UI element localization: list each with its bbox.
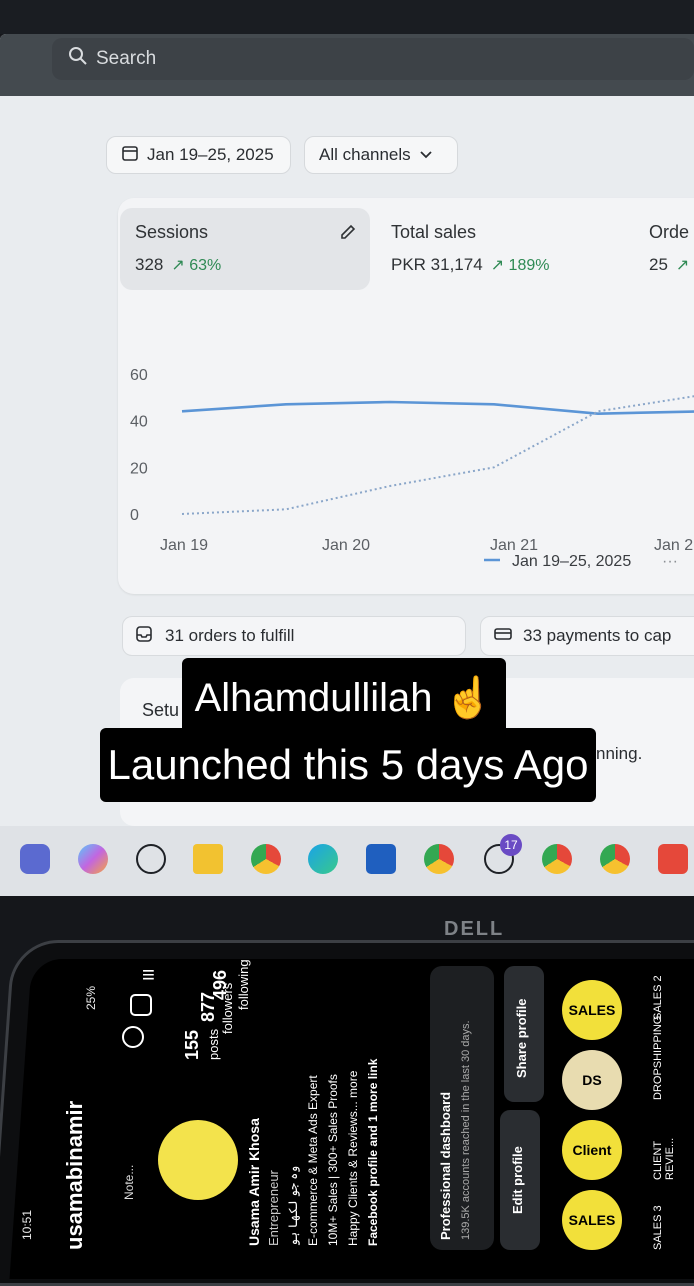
bio-line-3: 10M+ Sales | 300+ Sales Proofs — [326, 1074, 340, 1246]
metric-value: 25 — [649, 255, 668, 274]
whatsapp-icon[interactable] — [136, 844, 166, 874]
highlight-title: SALES 3 — [652, 1205, 664, 1250]
x-tick-label: Jan 2 — [654, 537, 693, 554]
search-placeholder: Search — [96, 48, 157, 69]
stat-following-label: following — [236, 959, 251, 1010]
file-explorer-icon[interactable] — [193, 844, 223, 874]
metric-change-up: ↗ — [675, 257, 690, 274]
bio-line-4[interactable]: Happy Clients & Reviews... more — [346, 1071, 360, 1246]
story-caption-line1: Alhamdullilah ☝ — [182, 658, 506, 736]
payments-to-capture-card[interactable]: 33 payments to cap — [480, 616, 694, 656]
metric-label: Orde — [649, 222, 690, 242]
threads-icon[interactable] — [122, 1026, 144, 1048]
chrome-profile-icon[interactable] — [542, 844, 572, 874]
metric-sessions-content: Sessions 328 ↗ 63% — [135, 222, 221, 275]
y-tick-label: 40 — [130, 414, 148, 431]
profile-name: Usama Amir Khosa — [246, 1118, 262, 1246]
bio-link[interactable]: Facebook profile and 1 more link — [366, 1059, 380, 1246]
channels-dropdown[interactable]: All channels — [304, 136, 458, 174]
legend-label: Jan 19–25, 2025 — [512, 553, 631, 570]
stat-posts[interactable]: 155 — [182, 1030, 203, 1060]
channels-label: All channels — [319, 145, 411, 164]
instagram-profile: 10:51 25% usamabinamir Note... 155 posts… — [10, 950, 694, 1270]
sessions-chart: 60 40 20 0 Jan 19 Jan 20 Jan 21 Jan 2 Jan 19–25,… — [130, 367, 694, 570]
copilot-icon[interactable] — [78, 844, 108, 874]
chrome-profile-icon[interactable] — [424, 844, 454, 874]
edit-profile-label: Edit profile — [510, 1146, 525, 1214]
series-line-current — [181, 400, 694, 415]
setup-title: Setu — [142, 700, 180, 720]
metric-value: PKR 31,174 — [391, 255, 483, 274]
menu-icon[interactable]: ≡ — [142, 962, 155, 988]
metric-value: 328 — [135, 255, 164, 274]
x-tick-label: Jan 19 — [160, 537, 208, 554]
orders-to-fulfill-label: 31 orders to fulfill — [165, 626, 295, 645]
search-input[interactable]: Search — [52, 38, 694, 80]
top-search-bar: Search — [0, 34, 694, 96]
edge-icon[interactable] — [308, 844, 338, 874]
highlight-title: DROPSHIPPING — [652, 1015, 664, 1100]
search-icon — [68, 46, 88, 72]
share-profile-label: Share profile — [514, 998, 529, 1078]
highlight-title: SALES 2 — [652, 975, 664, 1020]
y-tick-label: 0 — [130, 507, 139, 524]
more-icon[interactable]: ··· — [662, 553, 678, 570]
bio-line-1: وہ جو لکھا ہو — [286, 1165, 300, 1246]
avatar[interactable] — [158, 1120, 238, 1200]
chrome-profile-icon[interactable] — [600, 844, 630, 874]
chrome-icon[interactable] — [251, 844, 281, 874]
date-range-label: Jan 19–25, 2025 — [147, 145, 274, 164]
store-icon[interactable] — [366, 844, 396, 874]
battery-label: 25% — [84, 985, 98, 1010]
inbox-icon — [135, 625, 153, 648]
chevron-down-icon — [419, 145, 433, 165]
payment-icon — [493, 626, 513, 647]
notification-badge: 17 — [500, 834, 522, 856]
metric-label: Total sales — [391, 222, 477, 242]
background-top — [0, 0, 694, 34]
stat-following[interactable]: 496 — [210, 970, 231, 1000]
dell-logo: DELL — [444, 918, 505, 940]
setup-text: nning. — [596, 744, 643, 763]
add-post-icon[interactable] — [130, 994, 152, 1016]
download-app-icon[interactable] — [658, 844, 688, 874]
stat-posts-label: posts — [206, 1028, 221, 1060]
metric-change-up: ↗ 63% — [171, 257, 222, 274]
story-caption-line2: Launched this 5 days Ago — [100, 728, 596, 802]
metric-label: Sessions — [135, 222, 209, 242]
x-tick-label: Jan 21 — [490, 537, 538, 554]
date-range-button[interactable]: Jan 19–25, 2025 — [106, 136, 291, 174]
highlight-sales-3[interactable]: SALES — [562, 1190, 622, 1250]
dashboard-title: Professional dashboard — [438, 1091, 453, 1240]
y-tick-label: 60 — [130, 367, 148, 384]
note-bubble[interactable]: Note... — [122, 1165, 136, 1200]
dashboard-subtitle: 139.5K accounts reached in the last 30 d… — [460, 1020, 472, 1240]
profile-role: Entrepreneur — [266, 1170, 281, 1246]
metric-orders[interactable]: Orde 25 ↗ — [649, 222, 689, 275]
windows-taskbar: 17 — [0, 826, 694, 896]
y-tick-label: 20 — [130, 460, 148, 477]
highlight-title: CLIENT REVIE... — [652, 1137, 676, 1180]
highlight-sales-2[interactable]: SALES — [562, 980, 622, 1040]
profile-username: usamabinamir — [62, 1100, 87, 1250]
bio-line-2: E-commerce & Meta Ads Expert — [306, 1075, 320, 1246]
orders-to-fulfill-card[interactable]: 31 orders to fulfill — [122, 616, 466, 656]
metric-total-sales[interactable]: Total sales PKR 31,174 ↗ 189% — [391, 222, 549, 275]
pencil-icon[interactable] — [338, 222, 358, 247]
highlight-dropshipping[interactable]: DS — [562, 1050, 622, 1110]
highlight-client-reviews[interactable]: Client — [562, 1120, 622, 1180]
x-tick-label: Jan 20 — [322, 537, 370, 554]
status-bar: 10:51 — [20, 1209, 34, 1240]
calendar-icon — [121, 144, 139, 167]
payments-label: 33 payments to cap — [523, 626, 672, 645]
meet-icon[interactable] — [20, 844, 50, 874]
metric-change-up: ↗ 189% — [490, 257, 550, 274]
